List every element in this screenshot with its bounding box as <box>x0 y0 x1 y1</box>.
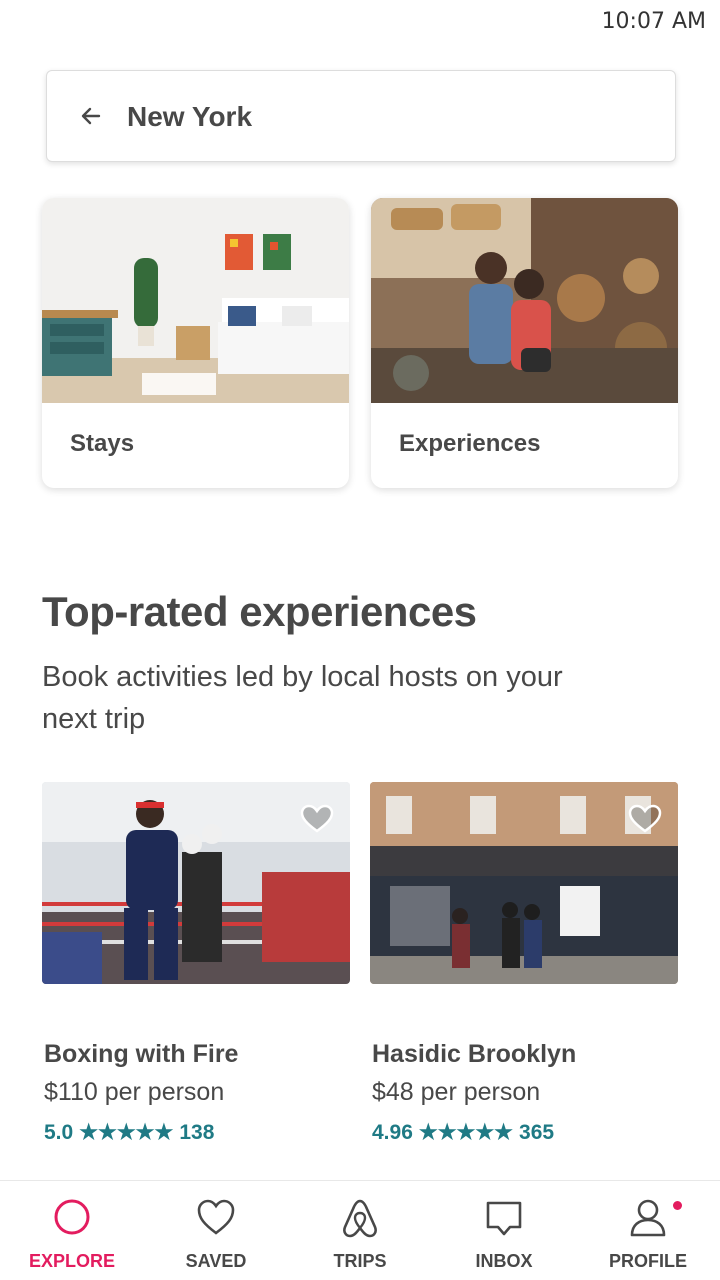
experience-price: $110 per person <box>44 1078 225 1106</box>
nav-label-explore: EXPLORE <box>28 1251 116 1271</box>
nav-label-profile: PROFILE <box>608 1251 687 1271</box>
nav-label-saved: SAVED <box>185 1251 247 1271</box>
section-title: Top-rated experiences <box>42 588 477 635</box>
review-count: 138 <box>179 1121 215 1144</box>
category-label-experiences: Experiences <box>399 430 541 457</box>
bottom-navigation: EXPLORE SAVED TRIPS INBOX PROFILE <box>0 1180 720 1280</box>
message-icon <box>486 1201 522 1236</box>
rating-value: 4.96 <box>372 1121 413 1144</box>
notification-badge <box>673 1201 682 1210</box>
section-subtitle: Book activities led by local hosts on yo… <box>42 661 563 735</box>
experience-name: Hasidic Brooklyn <box>372 1040 577 1068</box>
search-value: New York <box>127 101 253 132</box>
nav-saved[interactable]: SAVED <box>144 1197 288 1280</box>
nav-trips[interactable]: TRIPS <box>288 1197 432 1280</box>
category-card-experiences[interactable]: Experiences <box>371 198 678 488</box>
experience-price: $48 per person <box>372 1078 541 1106</box>
star-icons: ★★★★★ <box>418 1121 514 1144</box>
nav-label-trips: TRIPS <box>333 1251 387 1271</box>
nav-inbox[interactable]: INBOX <box>432 1197 576 1280</box>
bedroom-photo <box>42 198 349 403</box>
rating-value: 5.0 <box>44 1121 74 1144</box>
category-card-stays[interactable]: Stays <box>42 198 349 488</box>
experience-card-brooklyn[interactable]: Hasidic Brooklyn $48 per person 4.96 ★★★★… <box>370 782 678 1144</box>
nav-label-inbox: INBOX <box>475 1251 533 1271</box>
search-input[interactable]: New York <box>46 70 676 162</box>
nav-profile[interactable]: PROFILE <box>576 1197 720 1280</box>
status-time: 10:07 AM <box>601 9 706 34</box>
user-icon <box>630 1199 666 1237</box>
experience-image <box>370 782 678 984</box>
cooking-class-photo <box>371 198 678 403</box>
search-icon <box>54 1199 90 1235</box>
category-label-stays: Stays <box>70 430 135 457</box>
review-count: 365 <box>519 1121 555 1144</box>
heart-icon[interactable] <box>628 804 662 834</box>
heart-icon[interactable] <box>300 804 334 834</box>
nav-explore[interactable]: EXPLORE <box>0 1197 144 1280</box>
experience-rating: 4.96 ★★★★★ 365 <box>372 1120 554 1145</box>
heart-icon <box>197 1199 235 1235</box>
experience-rating: 5.0 ★★★★★ 138 <box>44 1120 214 1145</box>
experience-name: Boxing with Fire <box>44 1040 239 1068</box>
experience-image <box>42 782 350 984</box>
experience-card-boxing[interactable]: Boxing with Fire $110 per person 5.0 ★★★★… <box>42 782 350 1144</box>
status-bar: 10:07 AM <box>0 0 720 40</box>
search-header: New York <box>0 40 720 168</box>
star-icons: ★★★★★ <box>79 1121 174 1144</box>
airbnb-logo-icon <box>343 1199 377 1238</box>
arrow-left-icon[interactable] <box>79 104 103 128</box>
